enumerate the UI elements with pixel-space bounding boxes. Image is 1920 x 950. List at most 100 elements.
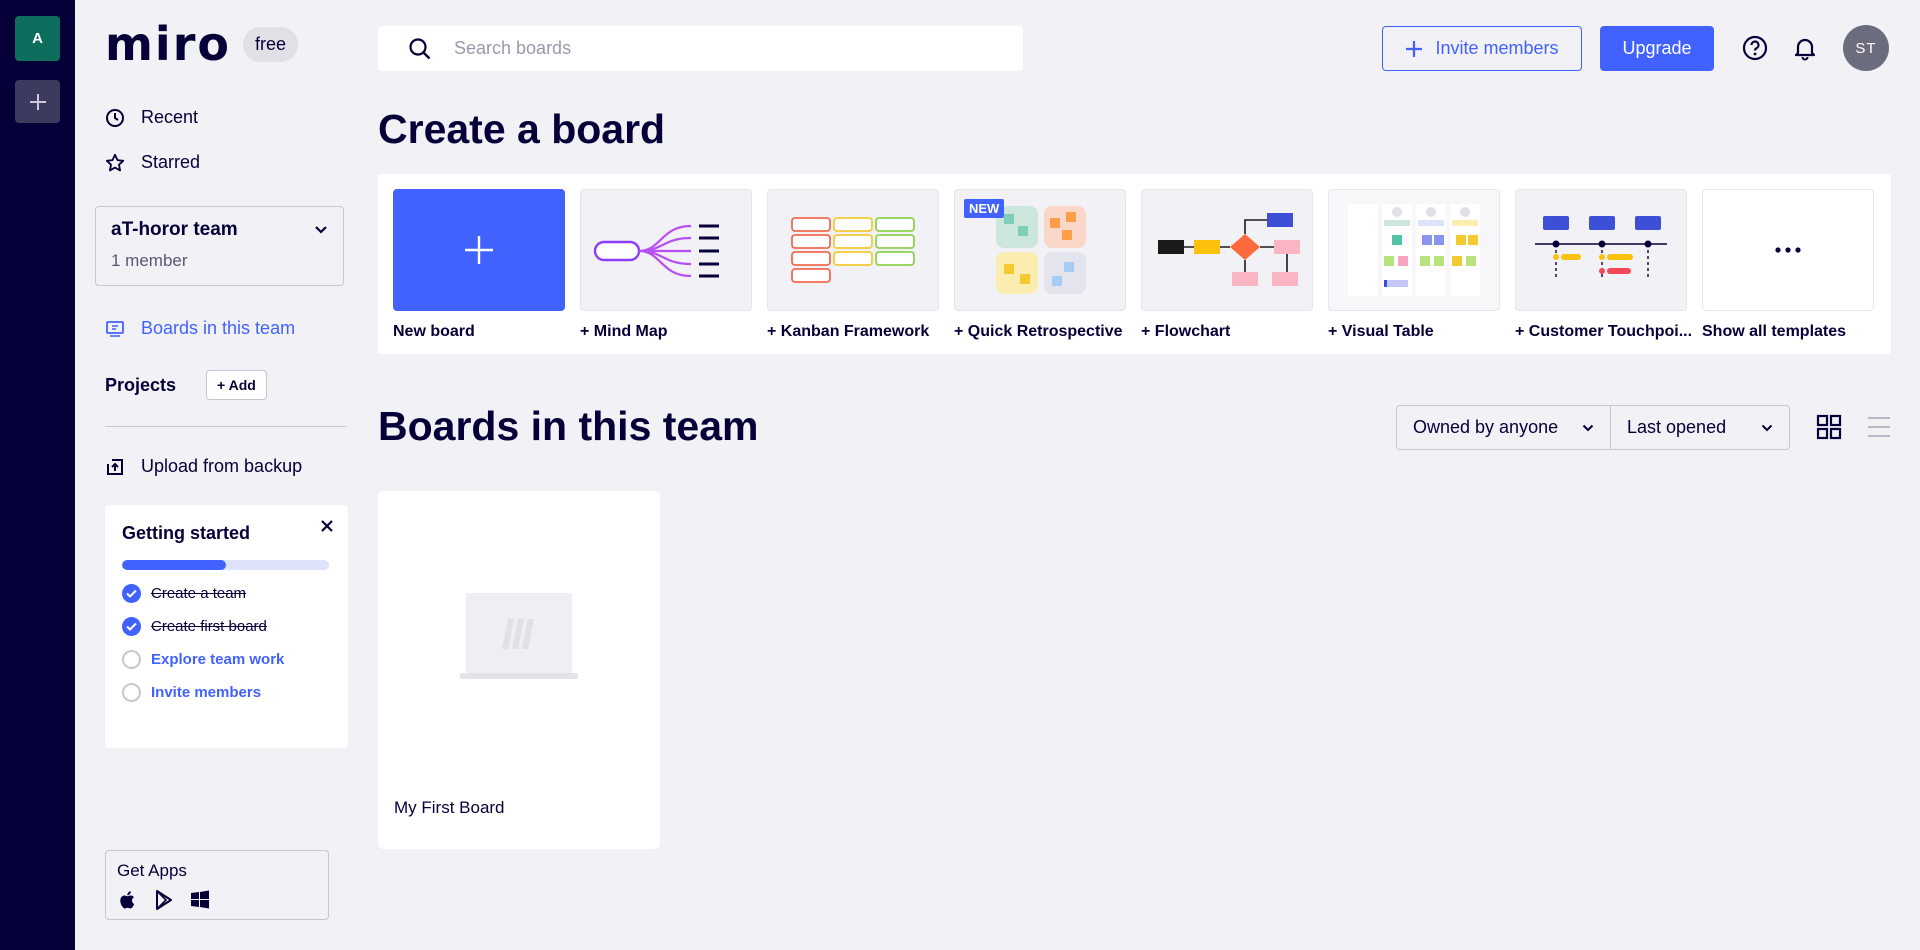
new-badge: NEW: [964, 199, 1005, 218]
checklist-item[interactable]: Invite members: [122, 683, 331, 702]
sidebar: miro free Recent Starred aT-horor team 1…: [75, 0, 365, 950]
template-mind-map[interactable]: + Mind Map: [580, 189, 752, 341]
search-input[interactable]: [454, 38, 954, 59]
team-name: aT-horor team: [111, 219, 238, 240]
template-thumbnail[interactable]: NEW: [954, 189, 1126, 311]
touchpoint-illustration: [1535, 216, 1667, 280]
user-avatar[interactable]: ST: [1843, 25, 1889, 71]
list-view-icon[interactable]: [1866, 414, 1892, 440]
search-icon: [409, 37, 431, 59]
team-switcher-avatar[interactable]: A: [15, 16, 60, 61]
upgrade-button[interactable]: Upgrade: [1600, 26, 1714, 71]
chevron-down-icon: [1761, 424, 1773, 431]
checklist-item-label: Invite members: [151, 684, 262, 701]
nav-starred[interactable]: Starred: [105, 152, 200, 173]
apple-icon[interactable]: [117, 889, 139, 911]
help-icon[interactable]: [1742, 35, 1768, 61]
template-quick-retrospective[interactable]: NEW + Quick Retrospective: [954, 189, 1126, 341]
visual-table-illustration: [1348, 204, 1480, 296]
plus-icon: [1406, 40, 1423, 57]
projects-heading: Projects: [105, 374, 177, 395]
board-filters: Owned by anyone Last opened: [1396, 405, 1790, 450]
template-customer-touchpoint[interactable]: + Customer Touchpoi...: [1515, 189, 1693, 341]
template-label: New board: [393, 323, 475, 340]
board-icon: [106, 320, 124, 337]
plus-icon: [29, 93, 46, 110]
bell-icon[interactable]: [1792, 35, 1818, 61]
flowchart-illustration: [1158, 213, 1300, 286]
template-new-board[interactable]: New board: [393, 189, 565, 341]
template-label: + Customer Touchpoi...: [1515, 323, 1693, 340]
template-show-all[interactable]: Show all templates: [1702, 189, 1874, 341]
template-thumbnail[interactable]: [1515, 189, 1687, 311]
upload-label: Upload from backup: [141, 456, 303, 476]
template-label: Show all templates: [1702, 323, 1847, 340]
template-visual-table[interactable]: + Visual Table: [1328, 189, 1500, 341]
show-all-thumbnail[interactable]: [1702, 189, 1874, 311]
invite-members-button[interactable]: Invite members: [1382, 26, 1582, 71]
nav-boards-in-team[interactable]: Boards in this team: [105, 318, 295, 339]
template-label: + Kanban Framework: [767, 323, 930, 340]
search-bar[interactable]: [378, 26, 1023, 71]
checklist-item-label: Create a team: [151, 585, 247, 602]
kanban-illustration: [791, 217, 915, 283]
nav-recent[interactable]: Recent: [105, 107, 198, 128]
templates-panel: New board + Mind Map + Kanban Framework: [378, 174, 1891, 354]
upload-from-backup[interactable]: Upload from backup: [105, 456, 302, 477]
getting-started-panel: Getting started Create a team Create firs…: [105, 505, 348, 748]
template-flowchart[interactable]: + Flowchart: [1141, 189, 1313, 341]
star-icon: [105, 153, 125, 171]
owner-filter-select[interactable]: Owned by anyone: [1397, 406, 1611, 449]
get-apps-label: Get Apps: [117, 861, 187, 880]
checklist-item[interactable]: Create first board: [122, 617, 331, 636]
checkmark-icon: [122, 617, 141, 636]
chevron-down-icon: [315, 226, 327, 234]
team-selector[interactable]: aT-horor team 1 member: [95, 206, 344, 286]
template-thumbnail[interactable]: [767, 189, 939, 311]
upload-icon: [107, 458, 123, 475]
add-project-button[interactable]: + Add: [206, 370, 267, 400]
team-member-count: 1 member: [111, 251, 188, 270]
template-thumbnail[interactable]: [580, 189, 752, 311]
checklist-item-label: Explore team work: [151, 651, 285, 668]
template-label: + Quick Retrospective: [954, 323, 1123, 340]
template-thumbnail[interactable]: [1141, 189, 1313, 311]
template-kanban-framework[interactable]: + Kanban Framework: [767, 189, 939, 341]
sort-order-select[interactable]: Last opened: [1611, 406, 1789, 449]
empty-circle-icon: [122, 650, 141, 669]
board-thumbnail-icon: [460, 593, 578, 679]
template-thumbnail[interactable]: [1328, 189, 1500, 311]
chevron-down-icon: [1582, 424, 1594, 431]
checklist-item[interactable]: Create a team: [122, 584, 331, 603]
boards-in-team-label: Boards in this team: [141, 318, 296, 338]
retrospective-illustration: [996, 206, 1086, 294]
get-apps-box: Get Apps: [105, 850, 329, 920]
team-rail: A: [0, 0, 75, 950]
board-name: My First Board: [394, 798, 505, 817]
template-label: + Flowchart: [1141, 323, 1231, 340]
new-board-thumbnail[interactable]: [393, 189, 565, 311]
add-team-button[interactable]: [15, 80, 60, 123]
checkmark-icon: [122, 584, 141, 603]
getting-started-title: Getting started: [122, 523, 251, 543]
getting-started-progress: [122, 560, 329, 570]
invite-members-label: Invite members: [1435, 38, 1559, 58]
grid-view-icon[interactable]: [1816, 414, 1842, 440]
empty-circle-icon: [122, 683, 141, 702]
sidebar-divider: [105, 426, 347, 427]
template-label: + Visual Table: [1328, 323, 1434, 340]
google-play-icon[interactable]: [153, 889, 175, 911]
miro-logo[interactable]: miro: [105, 20, 231, 68]
checklist-item[interactable]: Explore team work: [122, 650, 331, 669]
close-icon[interactable]: [320, 519, 334, 533]
more-icon: [1775, 247, 1801, 253]
mind-map-illustration: [593, 224, 719, 278]
plus-icon: [465, 236, 493, 264]
nav-recent-label: Recent: [141, 107, 199, 127]
checklist-item-label: Create first board: [151, 618, 267, 635]
windows-icon[interactable]: [189, 889, 211, 911]
template-label: + Mind Map: [580, 323, 668, 340]
owner-filter-value: Owned by anyone: [1413, 417, 1559, 437]
nav-starred-label: Starred: [141, 152, 201, 172]
board-card[interactable]: My First Board: [378, 491, 660, 849]
